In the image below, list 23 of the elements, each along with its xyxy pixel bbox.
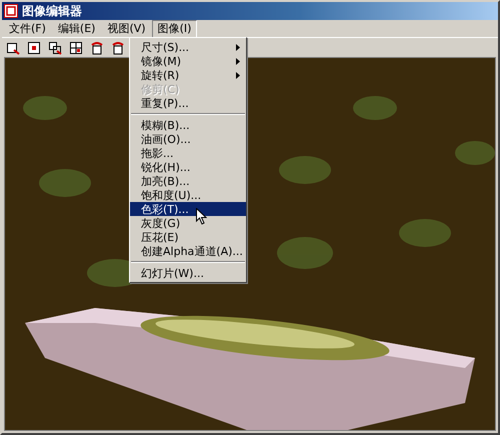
menu-item[interactable]: 尺寸(S)... [130,40,246,54]
menu-item[interactable]: 幻灯片(W)... [130,266,246,280]
menu-item[interactable]: 拖影... [130,146,246,160]
menu-item[interactable]: 旋转(R) [130,68,246,82]
menu-item[interactable]: 重复(P)... [130,96,246,110]
menu-item[interactable]: 锐化(H)... [130,160,246,174]
app-icon [4,4,18,18]
window-title: 图像编辑器 [22,2,82,20]
menu-bar-item[interactable]: 编辑(E) [52,20,102,38]
menu-item[interactable]: 压花(E) [130,230,246,244]
menu-item[interactable]: 镜像(M) [130,54,246,68]
overlapping-squares-icon[interactable] [48,40,62,54]
menu-item[interactable]: 饱和度(U)... [130,188,246,202]
menu-item[interactable]: 灰度(G) [130,216,246,230]
grid-square-icon[interactable] [69,40,83,54]
menu-item[interactable]: 色彩(T)... [130,202,246,216]
menu-item[interactable]: 创建Alpha通道(A)... [130,244,246,258]
menu-item[interactable]: 加亮(B)... [130,174,246,188]
menu-bar-item[interactable]: 文件(F) [3,20,52,38]
menu-item[interactable]: 油画(O)... [130,132,246,146]
menu-item[interactable]: 模糊(B)... [130,118,246,132]
menu-bar-item[interactable]: 视图(V) [101,20,152,38]
mouse-pointer-icon [196,208,207,225]
